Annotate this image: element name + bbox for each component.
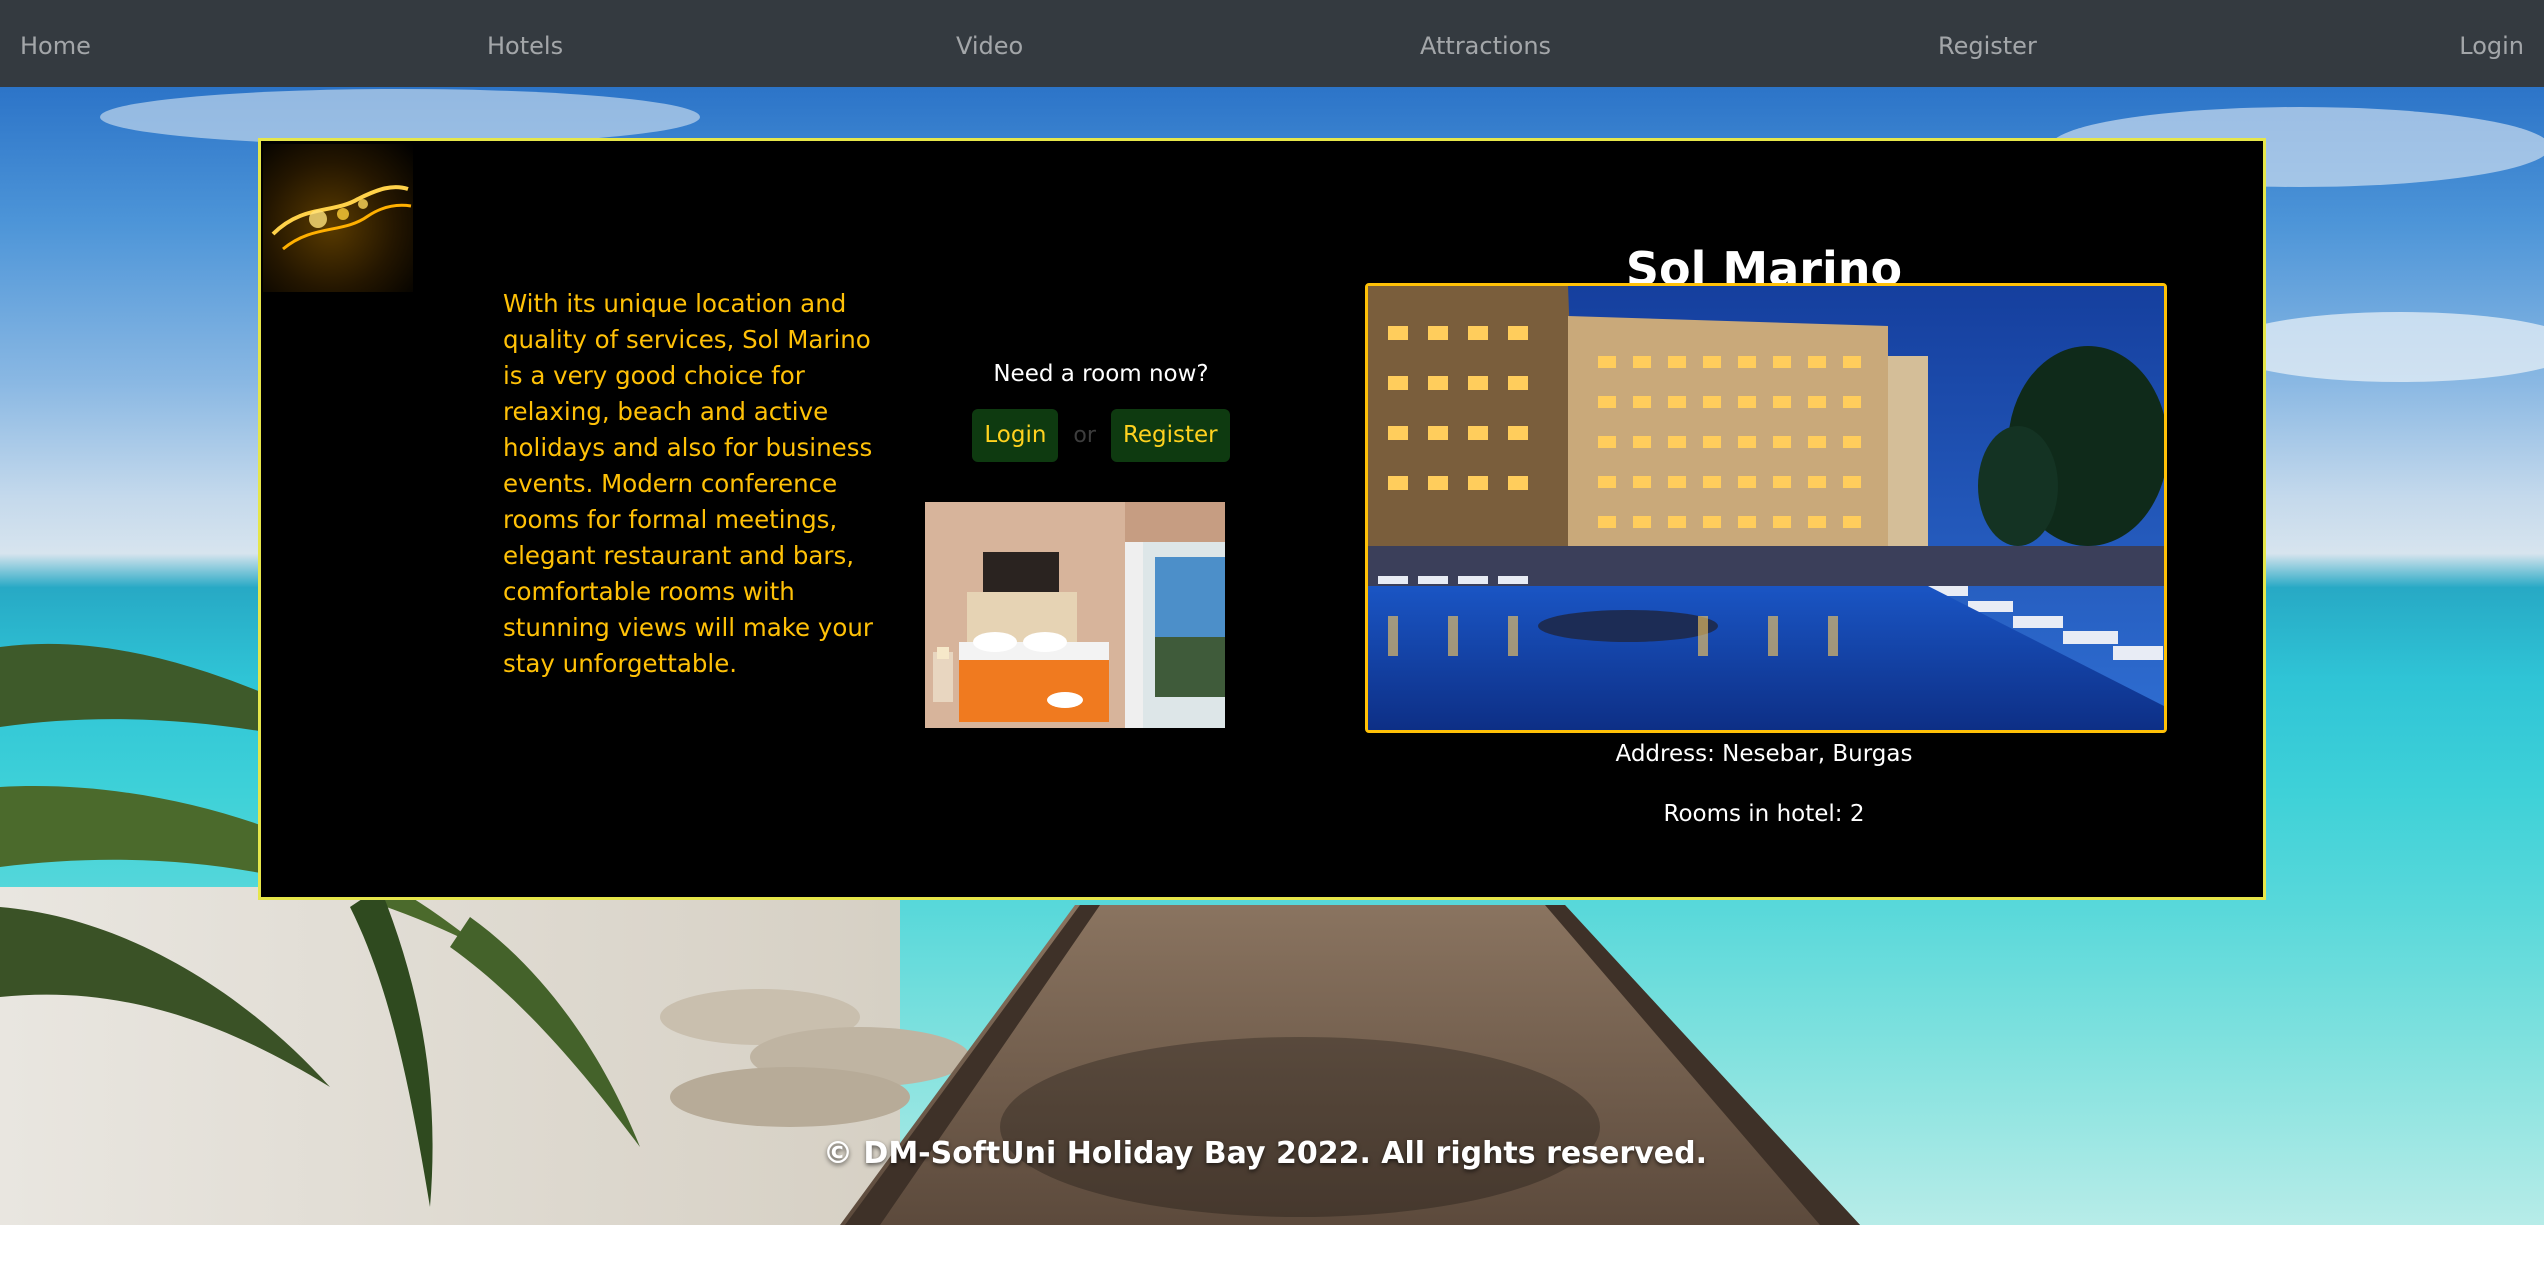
top-navbar: Home Hotels Video Attractions Register L… — [0, 0, 2544, 87]
login-button[interactable]: Login — [972, 409, 1059, 462]
logo-image — [263, 144, 413, 292]
nav-home-link[interactable]: Home — [20, 0, 91, 87]
register-button[interactable]: Register — [1110, 409, 1230, 462]
hotel-rooms-count: Rooms in hotel: 2 — [1663, 801, 1865, 827]
need-room-prompt: Need a room now? — [993, 361, 1209, 387]
hotel-address: Address: Nesebar, Burgas — [1615, 741, 1913, 767]
nav-video-link[interactable]: Video — [956, 0, 1023, 87]
hotel-description: With its unique location and quality of … — [503, 289, 873, 678]
footer-copyright: © DM-SoftUni Holiday Bay 2022. All right… — [822, 1136, 1707, 1171]
page-bottom-strip — [0, 1225, 2544, 1262]
or-separator: or — [1073, 423, 1096, 448]
hotel-card: With its unique location and quality of … — [258, 138, 2266, 900]
cta-buttons: Login or Register — [926, 409, 1276, 462]
nav-attractions-link[interactable]: Attractions — [1420, 0, 1551, 87]
nav-login-link[interactable]: Login — [2459, 0, 2524, 87]
nav-register-link[interactable]: Register — [1938, 0, 2037, 87]
room-photo — [925, 502, 1225, 728]
hotel-photo — [1365, 283, 2167, 733]
nav-hotels-link[interactable]: Hotels — [487, 0, 563, 87]
golden-swirl-icon — [271, 185, 412, 251]
